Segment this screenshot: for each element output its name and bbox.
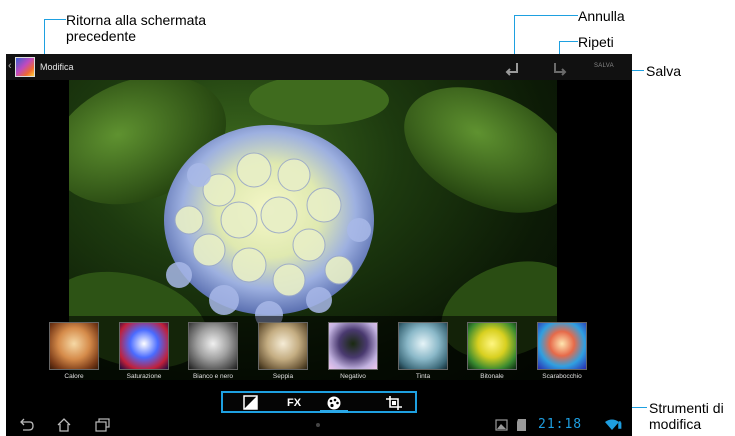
filter-thumbnail bbox=[119, 322, 169, 370]
battery-icon bbox=[618, 421, 622, 429]
filter-thumbnail bbox=[258, 322, 308, 370]
callout-back-line2: precedente bbox=[66, 28, 137, 44]
filter-label: Calore bbox=[64, 373, 84, 380]
filter-label: Seppia bbox=[272, 373, 294, 380]
callout-redo-connector bbox=[559, 41, 578, 42]
fx-icon[interactable]: FX bbox=[283, 395, 305, 411]
callout-back-connector-vertical bbox=[44, 19, 45, 59]
filter-thumbnail bbox=[328, 322, 378, 370]
back-chevron-icon[interactable]: ‹ bbox=[8, 60, 12, 72]
callout-tools-label: Strumenti di modifica bbox=[649, 400, 724, 432]
filter-label: Negativo bbox=[340, 373, 366, 380]
filter-bianco-e-nero[interactable]: Bianco e nero bbox=[188, 322, 238, 384]
action-bar: ‹ Modifica SALVA bbox=[6, 54, 632, 80]
redo-icon[interactable] bbox=[549, 57, 569, 77]
recent-apps-icon[interactable] bbox=[95, 418, 111, 432]
filter-bitonale[interactable]: Bitonale bbox=[467, 322, 517, 384]
back-icon[interactable] bbox=[18, 418, 34, 432]
callout-save-label: Salva bbox=[646, 63, 682, 79]
color-palette-icon[interactable] bbox=[323, 395, 345, 411]
gallery-icon bbox=[495, 419, 508, 431]
clock: 21:18 bbox=[538, 417, 583, 432]
callout-tools-line1: Strumenti di bbox=[649, 400, 724, 416]
sd-card-icon bbox=[517, 419, 526, 431]
callout-back-label: Ritorna alla schermata precedente bbox=[66, 12, 206, 44]
home-icon[interactable] bbox=[56, 418, 72, 432]
save-button[interactable]: SALVA bbox=[594, 63, 614, 69]
exposure-icon[interactable] bbox=[239, 395, 261, 411]
system-nav-bar: 21:18 bbox=[6, 414, 632, 436]
callout-undo-connector-vertical bbox=[514, 15, 515, 59]
filter-saturazione[interactable]: Saturazione bbox=[119, 322, 169, 384]
tools-bar: FX bbox=[6, 390, 632, 413]
callout-undo-connector bbox=[514, 15, 578, 16]
callout-back-connector bbox=[44, 19, 66, 20]
app-thumbnail-icon[interactable] bbox=[15, 57, 35, 77]
filter-thumbnail bbox=[467, 322, 517, 370]
crop-icon[interactable] bbox=[383, 395, 405, 411]
filter-tinta[interactable]: Tinta bbox=[398, 322, 448, 384]
filter-label: Scarabocchio bbox=[542, 373, 582, 380]
filter-thumbnail bbox=[188, 322, 238, 370]
callout-tools-line2: modifica bbox=[649, 416, 702, 432]
device-screen: ‹ Modifica SALVA Calore Saturazione Bian… bbox=[6, 54, 632, 436]
selected-tool-indicator bbox=[320, 410, 348, 413]
filter-seppia[interactable]: Seppia bbox=[258, 322, 308, 384]
filter-label: Bianco e nero bbox=[192, 373, 234, 380]
filter-calore[interactable]: Calore bbox=[49, 322, 99, 384]
editing-tools-group: FX bbox=[221, 391, 417, 413]
undo-icon[interactable] bbox=[503, 57, 523, 77]
callout-back-line1: Ritorna alla schermata bbox=[66, 12, 207, 28]
filter-thumbnail bbox=[398, 322, 448, 370]
filter-strip: Calore Saturazione Bianco e nero Seppia … bbox=[6, 316, 632, 388]
filter-label: Bitonale bbox=[480, 373, 504, 380]
page-title: Modifica bbox=[40, 62, 74, 72]
filter-negativo[interactable]: Negativo bbox=[328, 322, 378, 384]
page-indicator-dot bbox=[316, 423, 320, 427]
callout-redo-label: Ripeti bbox=[578, 34, 614, 50]
filter-label: Tinta bbox=[415, 373, 431, 380]
filter-scarabocchio[interactable]: Scarabocchio bbox=[537, 322, 587, 384]
filter-label: Saturazione bbox=[126, 373, 162, 380]
callout-undo-label: Annulla bbox=[578, 8, 625, 24]
filter-thumbnail bbox=[49, 322, 99, 370]
filter-thumbnail bbox=[537, 322, 587, 370]
